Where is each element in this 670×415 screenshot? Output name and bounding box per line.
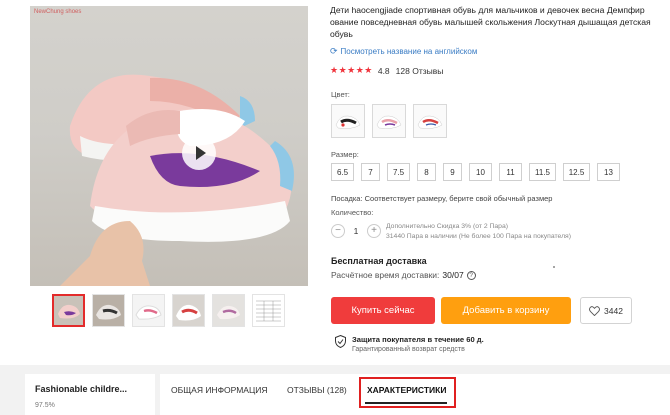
rating-stars-icon: ★★★★★ <box>330 65 373 75</box>
size-option[interactable]: 7.5 <box>387 163 410 181</box>
shoe-thumbnail-icon <box>54 296 83 325</box>
shoe-swatch-icon <box>417 115 443 129</box>
thumbnail-6-size-chart[interactable] <box>252 294 285 327</box>
play-video-button[interactable] <box>182 136 216 170</box>
shoe-thumbnail-icon <box>173 295 204 326</box>
shoe-illustration <box>60 74 294 286</box>
color-option-black[interactable] <box>331 104 365 138</box>
thumbnail-3[interactable] <box>132 294 165 327</box>
stock-note: 31440 Пара в наличии (Не более 100 Пара … <box>386 233 571 240</box>
quantity-decrease-button[interactable]: − <box>331 224 345 238</box>
protection-subtitle: Гарантированный возврат средств <box>352 346 465 353</box>
size-chart-thumbnail-icon <box>253 295 284 326</box>
size-option[interactable]: 13 <box>597 163 620 181</box>
fit-note: Посадка: Соответствует размеру, берите с… <box>331 194 553 203</box>
size-option[interactable]: 10 <box>469 163 492 181</box>
reviews-link[interactable]: 128 Отзывы <box>396 66 444 76</box>
color-option-red[interactable] <box>413 104 447 138</box>
heart-icon <box>589 305 600 316</box>
shoe-swatch-icon <box>376 115 402 129</box>
highlight-box <box>359 377 456 408</box>
add-to-cart-button[interactable]: Добавить в корзину <box>441 297 571 324</box>
thumbnail-2[interactable] <box>92 294 125 327</box>
shoe-thumbnail-icon <box>93 295 124 326</box>
play-icon <box>195 146 206 160</box>
thumbnail-4[interactable] <box>172 294 205 327</box>
quantity-label: Количество: <box>331 208 374 217</box>
size-option[interactable]: 7 <box>361 163 380 181</box>
size-option[interactable]: 9 <box>443 163 462 181</box>
buy-now-button[interactable]: Купить сейчас <box>331 297 435 324</box>
translate-title-link[interactable]: ⟳ Посмотреть название на английском <box>330 46 477 57</box>
rating-row: ★★★★★ 4.8 128 Отзывы <box>330 65 443 76</box>
size-option[interactable]: 11 <box>499 163 522 181</box>
store-name[interactable]: Fashionable childre... <box>35 384 155 394</box>
shoe-thumbnail-icon <box>213 295 244 326</box>
tab-overview[interactable]: ОБЩАЯ ИНФОРМАЦИЯ <box>171 385 268 395</box>
wishlist-button[interactable]: 3442 <box>580 297 632 324</box>
quantity-value[interactable]: 1 <box>345 226 367 236</box>
delivery-time-label: Расчётное время доставки: <box>331 270 440 280</box>
main-product-image[interactable]: NewChung shoes <box>30 6 308 286</box>
shipping-title: Бесплатная доставка <box>331 256 427 266</box>
color-option-pink[interactable] <box>372 104 406 138</box>
color-label: Цвет: <box>331 90 350 99</box>
quantity-stepper: − 1 + <box>331 224 381 238</box>
rating-value: 4.8 <box>377 65 390 76</box>
thumbnail-5[interactable] <box>212 294 245 327</box>
size-option[interactable]: 11.5 <box>529 163 556 181</box>
shield-check-icon <box>335 335 346 348</box>
quantity-increase-button[interactable]: + <box>367 224 381 238</box>
tab-reviews[interactable]: ОТЗЫВЫ (128) <box>287 385 347 395</box>
thumbnail-strip <box>52 294 285 327</box>
delivery-time-value: 30/07 <box>442 270 464 280</box>
color-options <box>331 104 447 138</box>
size-option[interactable]: 12.5 <box>563 163 590 181</box>
quantity-info: Дополнительно Скидка 3% (от 2 Пара) 3144… <box>386 222 571 242</box>
product-title: Дети haocengjiade спортивная обувь для м… <box>330 5 651 39</box>
shoe-swatch-icon <box>335 115 361 129</box>
translate-icon: ⟳ <box>330 46 338 56</box>
shoe-thumbnail-icon <box>133 295 164 326</box>
divider-dot <box>553 266 555 268</box>
size-option[interactable]: 8 <box>417 163 436 181</box>
wishlist-count: 3442 <box>604 305 623 316</box>
store-card[interactable]: Fashionable childre... 97.5% <box>25 374 155 415</box>
discount-note: Дополнительно Скидка 3% (от 2 Пара) <box>386 223 509 230</box>
delivery-time: Расчётное время доставки: 30/07 ? <box>331 270 476 280</box>
buyer-protection: Защита покупателя в течение 60 д. Гарант… <box>335 335 484 353</box>
store-rating: 97.5% <box>35 402 55 409</box>
thumbnail-1[interactable] <box>52 294 85 327</box>
size-label: Размер: <box>331 150 359 159</box>
size-option[interactable]: 6.5 <box>331 163 354 181</box>
translate-link-label: Посмотреть название на английском <box>340 47 478 56</box>
size-options: 6.5 7 7.5 8 9 10 11 11.5 12.5 13 <box>331 163 620 181</box>
protection-title: Защита покупателя в течение 60 д. <box>352 335 484 344</box>
help-icon[interactable]: ? <box>466 270 476 280</box>
